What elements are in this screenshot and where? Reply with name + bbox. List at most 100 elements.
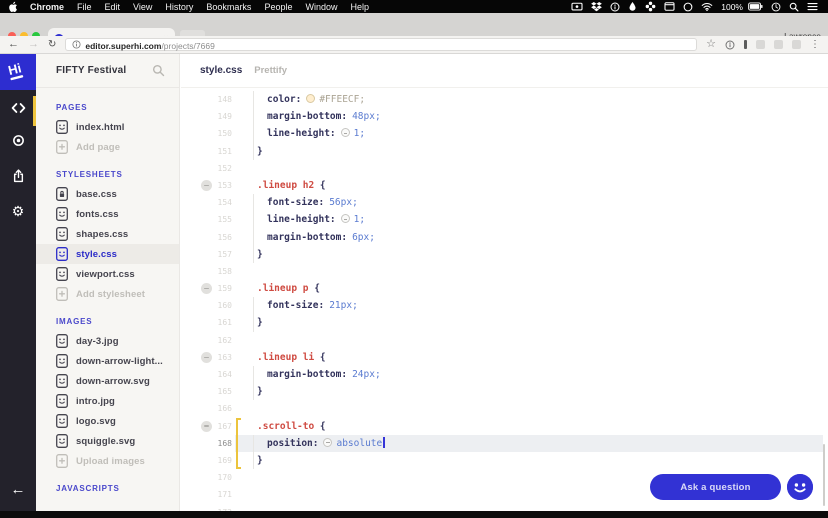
sidebar-item-fonts-css[interactable]: fonts.css (36, 204, 179, 224)
code-line-161[interactable]: 161} (181, 314, 828, 331)
info-circle-icon[interactable] (610, 2, 620, 12)
code-icon[interactable] (0, 102, 36, 114)
prettify-button[interactable]: Prettify (254, 65, 287, 76)
code-area[interactable]: 148color:#FFEECF;149margin-bottom:48px;1… (181, 88, 828, 511)
superhi-logo[interactable]: Hi (0, 54, 36, 90)
back-arrow-icon[interactable]: ← (0, 482, 36, 497)
code-line-152[interactable]: 152 (181, 160, 828, 177)
code-line-172[interactable]: 172 (181, 504, 828, 512)
extension-disabled-icon[interactable] (774, 40, 783, 49)
sidebar-item-shapes-css[interactable]: shapes.css (36, 224, 179, 244)
indent-guide (253, 435, 254, 452)
menu-view[interactable]: View (133, 2, 152, 12)
menu-history[interactable]: History (165, 2, 193, 12)
menu-chrome[interactable]: Chrome (30, 2, 64, 12)
settings-gear-icon[interactable]: ⚙ (0, 204, 36, 218)
browser-forward-button[interactable]: → (28, 39, 39, 50)
preview-eye-icon[interactable] (0, 134, 36, 147)
sidebar-item-squiggle-svg[interactable]: squiggle.svg (36, 431, 179, 451)
menu-bookmarks[interactable]: Bookmarks (206, 2, 251, 12)
token-val: 1; (354, 214, 365, 225)
browser-reload-button[interactable]: ↻ (48, 40, 56, 50)
help-smiley-button[interactable] (787, 474, 813, 500)
code-line-149[interactable]: 149margin-bottom:48px; (181, 108, 828, 125)
menu-people[interactable]: People (264, 2, 292, 12)
extension-disabled-icon[interactable] (756, 40, 765, 49)
clock-icon[interactable] (771, 2, 781, 12)
extension-disabled-icon[interactable] (792, 40, 801, 49)
code-line-156[interactable]: 156margin-bottom:6px; (181, 229, 828, 246)
indent-guide (253, 108, 254, 125)
code-line-169[interactable]: 169} (181, 452, 828, 469)
code-line-166[interactable]: 166 (181, 400, 828, 417)
sidebar-item-style-css[interactable]: style.css (36, 244, 179, 264)
wifi-icon[interactable] (701, 2, 713, 11)
dropbox-icon[interactable] (591, 2, 602, 12)
code-line-158[interactable]: 158 (181, 263, 828, 280)
code-line-168[interactable]: 168position:absolute (181, 435, 828, 452)
code-line-154[interactable]: 154font-size:56px; (181, 194, 828, 211)
extension-info-icon[interactable] (725, 40, 735, 50)
value-stepper-icon[interactable] (323, 438, 332, 447)
sidebar-item-upload-images[interactable]: Upload images (36, 451, 179, 471)
code-line-159[interactable]: 159.lineup p { (181, 280, 828, 297)
sidebar-item-add-page[interactable]: Add page (36, 137, 179, 157)
line-number: 150 (181, 125, 232, 142)
menu-list-icon[interactable] (807, 2, 818, 11)
code-line-163[interactable]: 163.lineup li { (181, 349, 828, 366)
token-sel: .lineup li (257, 352, 314, 363)
bookmark-star-icon[interactable]: ☆ (706, 39, 716, 50)
code-line-148[interactable]: 148color:#FFEECF; (181, 91, 828, 108)
code-line-167[interactable]: 167.scroll-to { (181, 418, 828, 435)
chrome-menu-icon[interactable]: ⋮ (810, 40, 820, 50)
sidebar-item-add-stylesheet[interactable]: Add stylesheet (36, 284, 179, 304)
ask-question-button[interactable]: Ask a question (650, 474, 781, 500)
file-label: down-arrow-light... (76, 356, 163, 367)
code-text: font-size: 21px; (257, 297, 828, 314)
code-line-151[interactable]: 151} (181, 143, 828, 160)
battery-icon[interactable] (748, 2, 763, 11)
menu-file[interactable]: File (77, 2, 92, 12)
sidebar-item-index-html[interactable]: index.html (36, 117, 179, 137)
sidebar-item-base-css[interactable]: base.css (36, 184, 179, 204)
sidebar-item-logo-svg[interactable]: logo.svg (36, 411, 179, 431)
token-prop: font-size: (267, 300, 324, 311)
url-bar[interactable]: editor.superhi.com/projects/7669 (65, 38, 697, 51)
code-line-165[interactable]: 165} (181, 383, 828, 400)
site-info-icon[interactable] (72, 40, 81, 49)
droplet-icon[interactable] (628, 1, 637, 12)
code-line-150[interactable]: 150line-height:1; (181, 125, 828, 142)
screen-record-icon[interactable] (571, 2, 583, 12)
token-val: 21px; (329, 300, 358, 311)
browser-back-button[interactable]: ← (8, 39, 19, 50)
search-icon[interactable] (152, 64, 165, 77)
code-line-157[interactable]: 157} (181, 246, 828, 263)
code-line-162[interactable]: 162 (181, 332, 828, 349)
pinwheel-icon[interactable] (645, 1, 656, 12)
code-editor-pane: style.css Prettify 148color:#FFEECF;149m… (181, 54, 828, 511)
value-stepper-icon[interactable] (341, 128, 350, 137)
sidebar-item-intro-jpg[interactable]: intro.jpg (36, 391, 179, 411)
share-upload-icon[interactable] (0, 169, 36, 183)
search-icon[interactable] (789, 2, 799, 12)
color-swatch[interactable] (306, 94, 315, 103)
sidebar-item-day-3-jpg[interactable]: day-3.jpg (36, 331, 179, 351)
scrollbar-thumb[interactable] (823, 444, 825, 506)
circle-icon[interactable] (683, 2, 693, 12)
value-stepper-icon[interactable] (341, 214, 350, 223)
sidebar-item-down-arrow-svg[interactable]: down-arrow.svg (36, 371, 179, 391)
apple-menu-icon[interactable] (9, 1, 18, 12)
code-line-153[interactable]: 153.lineup h2 { (181, 177, 828, 194)
menu-help[interactable]: Help (350, 2, 369, 12)
menu-edit[interactable]: Edit (105, 2, 121, 12)
code-line-155[interactable]: 155line-height:1; (181, 211, 828, 228)
menu-window[interactable]: Window (305, 2, 337, 12)
extension-bar-icon[interactable] (744, 40, 747, 49)
sidebar-item-down-arrow-light[interactable]: down-arrow-light... (36, 351, 179, 371)
sidebar-item-viewport-css[interactable]: viewport.css (36, 264, 179, 284)
window-icon[interactable] (664, 2, 675, 11)
token-brace: } (257, 455, 263, 466)
code-line-164[interactable]: 164margin-bottom:24px; (181, 366, 828, 383)
code-line-160[interactable]: 160font-size:21px; (181, 297, 828, 314)
indent-guide (253, 91, 254, 108)
